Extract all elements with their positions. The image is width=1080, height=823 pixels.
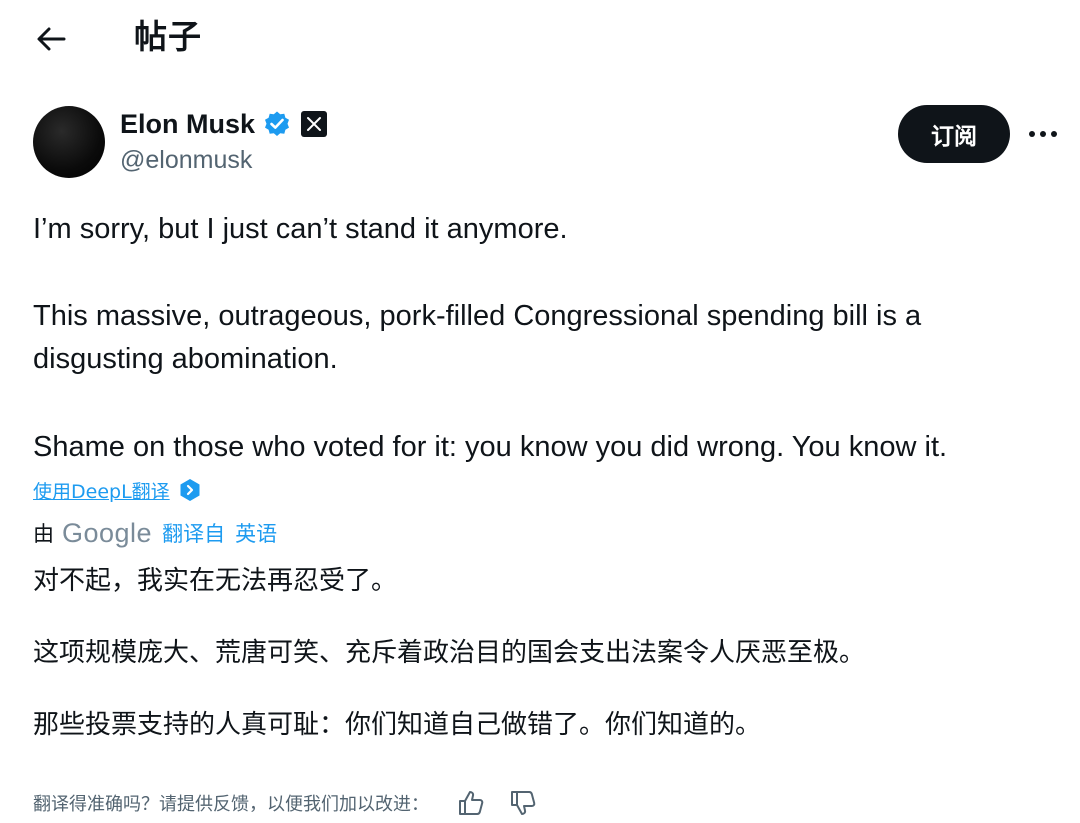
top-bar: 帖子: [0, 0, 1080, 80]
translated-paragraph: 对不起，我实在无法再忍受了。: [33, 566, 398, 596]
deepl-icon: [178, 478, 202, 502]
x-logo-icon: [301, 111, 328, 137]
deepl-translate-link[interactable]: 使用DeepL翻译: [33, 477, 170, 504]
verified-icon: [263, 110, 291, 138]
page-title: 帖子: [134, 17, 202, 56]
translated-by-label: 由: [33, 522, 54, 546]
more-options-button[interactable]: [1024, 118, 1062, 150]
author-name[interactable]: Elon Musk: [120, 109, 255, 140]
subscribe-button[interactable]: 订阅: [898, 105, 1010, 163]
avatar[interactable]: [33, 106, 105, 178]
back-button[interactable]: [30, 18, 72, 60]
thumbs-up-button[interactable]: [455, 787, 487, 819]
translation-source-row: 由 Google 翻译自 英语: [33, 516, 277, 550]
translated-paragraph: 那些投票支持的人真可耻：你们知道自己做错了。你们知道的。: [33, 710, 762, 740]
tweet-paragraph: This massive, outrageous, pork-filled Co…: [33, 300, 922, 332]
deepl-translate-row: 使用DeepL翻译: [33, 475, 202, 505]
google-logo: Google: [62, 517, 153, 548]
arrow-left-icon: [37, 27, 66, 51]
thumbs-down-icon: [511, 791, 536, 815]
thumbs-down-button[interactable]: [507, 787, 539, 819]
tweet-paragraph: Shame on those who voted for it: you kno…: [33, 431, 948, 463]
thumbs-up-icon: [459, 791, 484, 815]
more-horizontal-icon: [1029, 131, 1057, 137]
tweet-paragraph: I’m sorry, but I just can’t stand it any…: [33, 213, 568, 245]
author-name-row: Elon Musk: [120, 104, 328, 144]
translated-from-label[interactable]: 翻译自: [162, 518, 225, 548]
author-handle[interactable]: @elonmusk: [120, 143, 252, 177]
tweet-paragraph: disgusting abomination.: [33, 343, 338, 375]
feedback-prompt: 翻译得准确吗？请提供反馈，以便我们加以改进：: [33, 794, 429, 815]
source-language-label[interactable]: 英语: [235, 518, 277, 548]
translation-feedback-row: 翻译得准确吗？请提供反馈，以便我们加以改进：: [33, 785, 559, 821]
translated-paragraph: 这项规模庞大、荒唐可笑、充斥着政治目的国会支出法案令人厌恶至极。: [33, 638, 866, 668]
